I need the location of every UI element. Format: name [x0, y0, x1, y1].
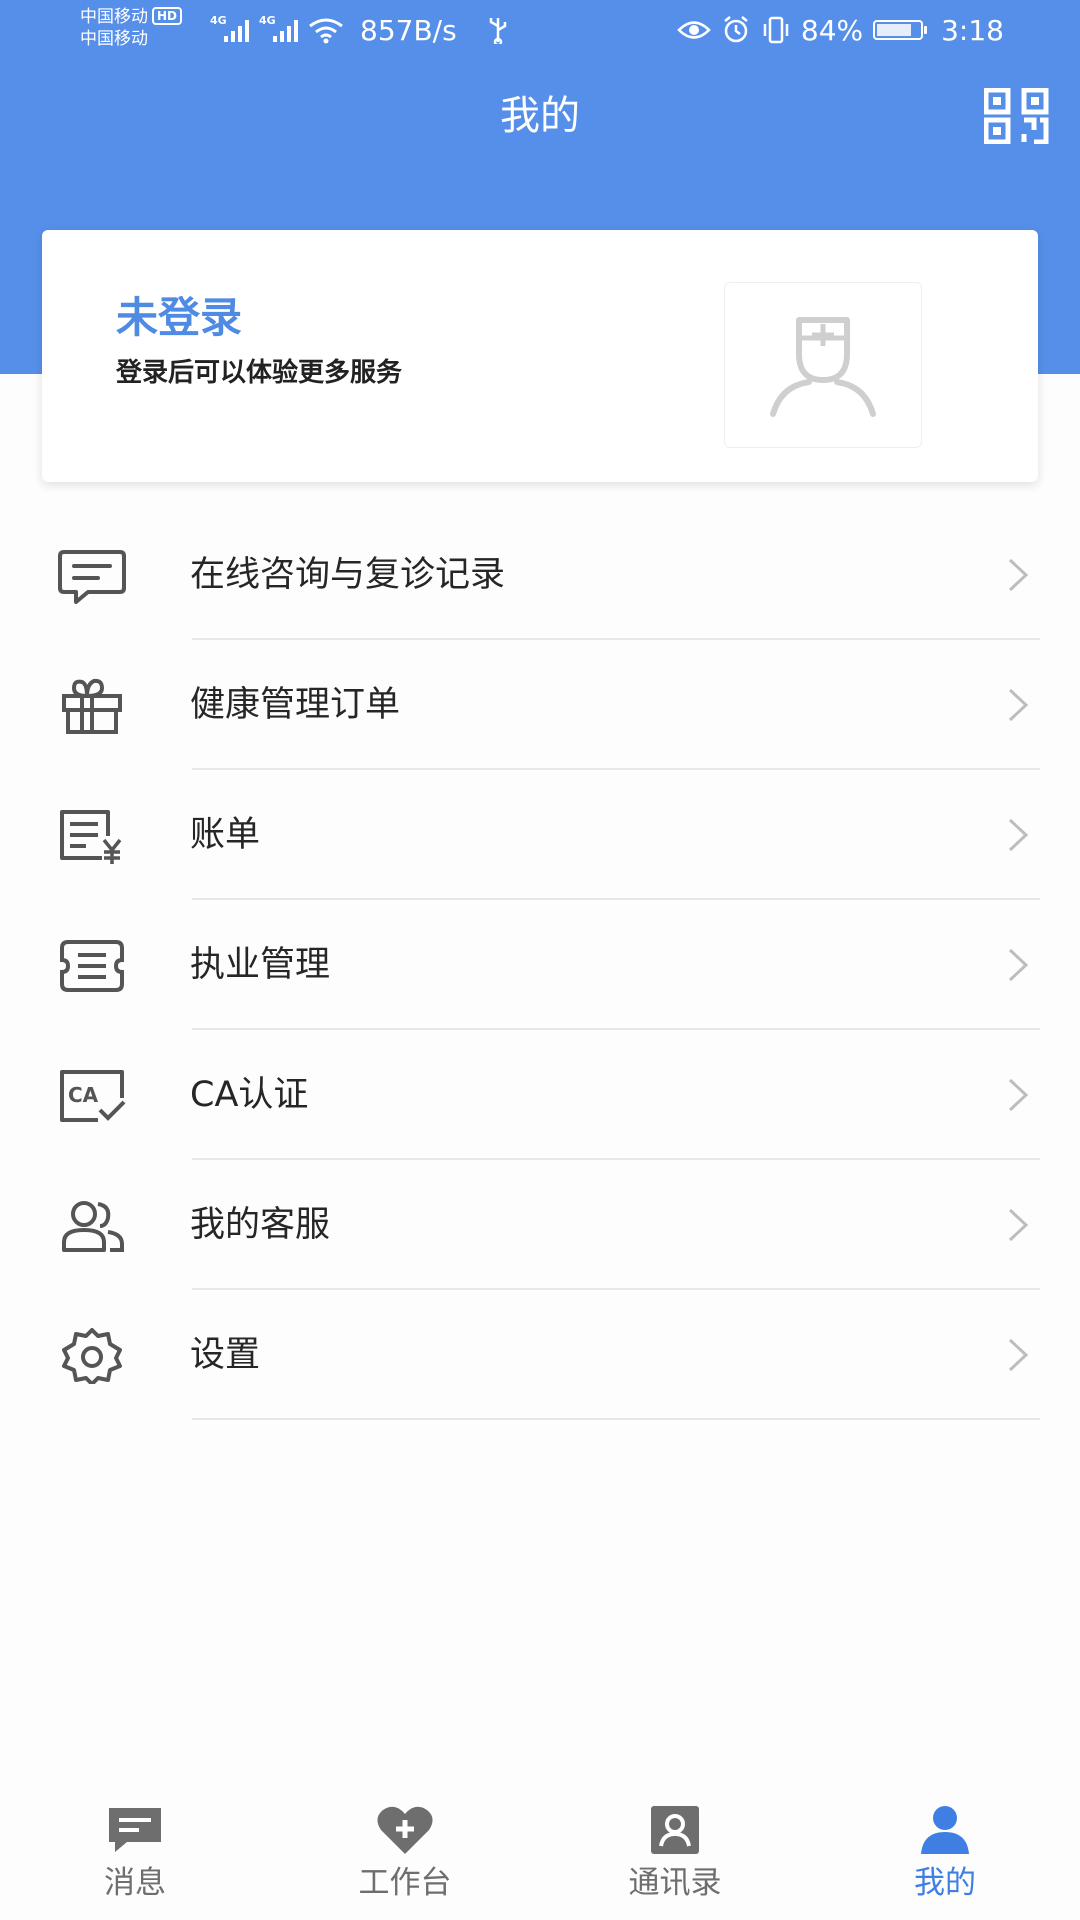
battery-icon — [873, 20, 928, 40]
chevron-right-icon — [1008, 948, 1029, 982]
menu-item-health-orders[interactable]: 健康管理订单 — [0, 640, 1080, 770]
menu-label: 执业管理 — [190, 945, 331, 985]
chevron-right-icon — [1008, 688, 1029, 722]
svg-text:CA: CA — [68, 1083, 99, 1107]
chevron-right-icon — [1008, 1208, 1029, 1242]
gift-icon — [62, 678, 122, 734]
login-card[interactable]: 未登录 登录后可以体验更多服务 — [42, 230, 1038, 482]
tab-contacts[interactable]: 通讯录 — [540, 1790, 810, 1920]
doctor-avatar-icon — [770, 317, 876, 417]
chat-icon — [58, 550, 126, 604]
menu-item-ca-certification[interactable]: CA CA认证 — [0, 1030, 1080, 1160]
usb-icon — [489, 18, 506, 44]
qr-code-icon[interactable] — [984, 88, 1050, 144]
menu-label: 我的客服 — [190, 1205, 331, 1245]
menu-item-practice-management[interactable]: 执业管理 — [0, 900, 1080, 1030]
tab-label: 消息 — [104, 1865, 166, 1901]
menu-item-bills[interactable]: 账单 — [0, 770, 1080, 900]
avatar[interactable] — [724, 282, 922, 448]
bill-yuan-icon — [60, 810, 122, 864]
page-title: 我的 — [500, 93, 580, 139]
tab-mine[interactable]: 我的 — [810, 1790, 1080, 1920]
signal-icon-2: 4G — [259, 14, 298, 42]
tab-workbench[interactable]: 工作台 — [270, 1790, 540, 1920]
vibrate-icon — [763, 16, 789, 44]
menu-label: CA认证 — [190, 1075, 309, 1115]
signal-icon-1: 4G — [210, 14, 249, 42]
chevron-right-icon — [1008, 1338, 1029, 1372]
menu-label: 在线咨询与复诊记录 — [190, 555, 506, 595]
customer-service-icon — [62, 1201, 124, 1252]
tab-label: 工作台 — [358, 1865, 452, 1901]
settings-gear-icon — [62, 1328, 122, 1384]
ca-certificate-icon: CA — [60, 1070, 126, 1122]
clock-time: 3:18 — [941, 13, 1004, 47]
person-icon — [921, 1806, 969, 1854]
menu-label: 健康管理订单 — [190, 685, 401, 725]
menu-item-settings[interactable]: 设置 — [0, 1290, 1080, 1420]
menu-list: 在线咨询与复诊记录 健康管理订单 账单 执业管理 CA CA认证 我的客服 设置 — [0, 510, 1080, 1420]
practice-list-icon — [60, 940, 124, 992]
chevron-right-icon — [1008, 1078, 1029, 1112]
message-icon — [109, 1808, 161, 1852]
bottom-tab-bar: 消息 工作台 通讯录 我的 — [0, 1790, 1080, 1920]
contacts-icon — [651, 1806, 699, 1854]
carrier-1: 中国移动 — [80, 7, 148, 27]
menu-item-customer-service[interactable]: 我的客服 — [0, 1160, 1080, 1290]
login-status-title[interactable]: 未登录 — [116, 284, 242, 345]
divider — [192, 1418, 1040, 1420]
menu-item-consultation-records[interactable]: 在线咨询与复诊记录 — [0, 510, 1080, 640]
status-bar: 中国移动 HD 中国移动 4G 4G 857B/s 84% 3:18 — [0, 0, 1080, 62]
carrier-info: 中国移动 HD 中国移动 — [80, 6, 183, 50]
heart-plus-icon — [377, 1806, 433, 1854]
eye-icon — [677, 21, 711, 39]
carrier-2: 中国移动 — [80, 29, 148, 49]
tab-label: 通讯录 — [628, 1865, 722, 1901]
tab-messages[interactable]: 消息 — [0, 1790, 270, 1920]
network-speed: 857B/s — [360, 13, 457, 47]
menu-label: 设置 — [190, 1335, 261, 1375]
alarm-icon — [724, 16, 748, 43]
tab-label: 我的 — [914, 1865, 976, 1901]
menu-label: 账单 — [190, 815, 261, 855]
chevron-right-icon — [1008, 558, 1029, 592]
hd-badge: HD — [152, 7, 183, 25]
wifi-icon — [309, 18, 343, 44]
chevron-right-icon — [1008, 818, 1029, 852]
login-hint: 登录后可以体验更多服务 — [116, 358, 403, 388]
battery-percent: 84% — [800, 13, 864, 47]
